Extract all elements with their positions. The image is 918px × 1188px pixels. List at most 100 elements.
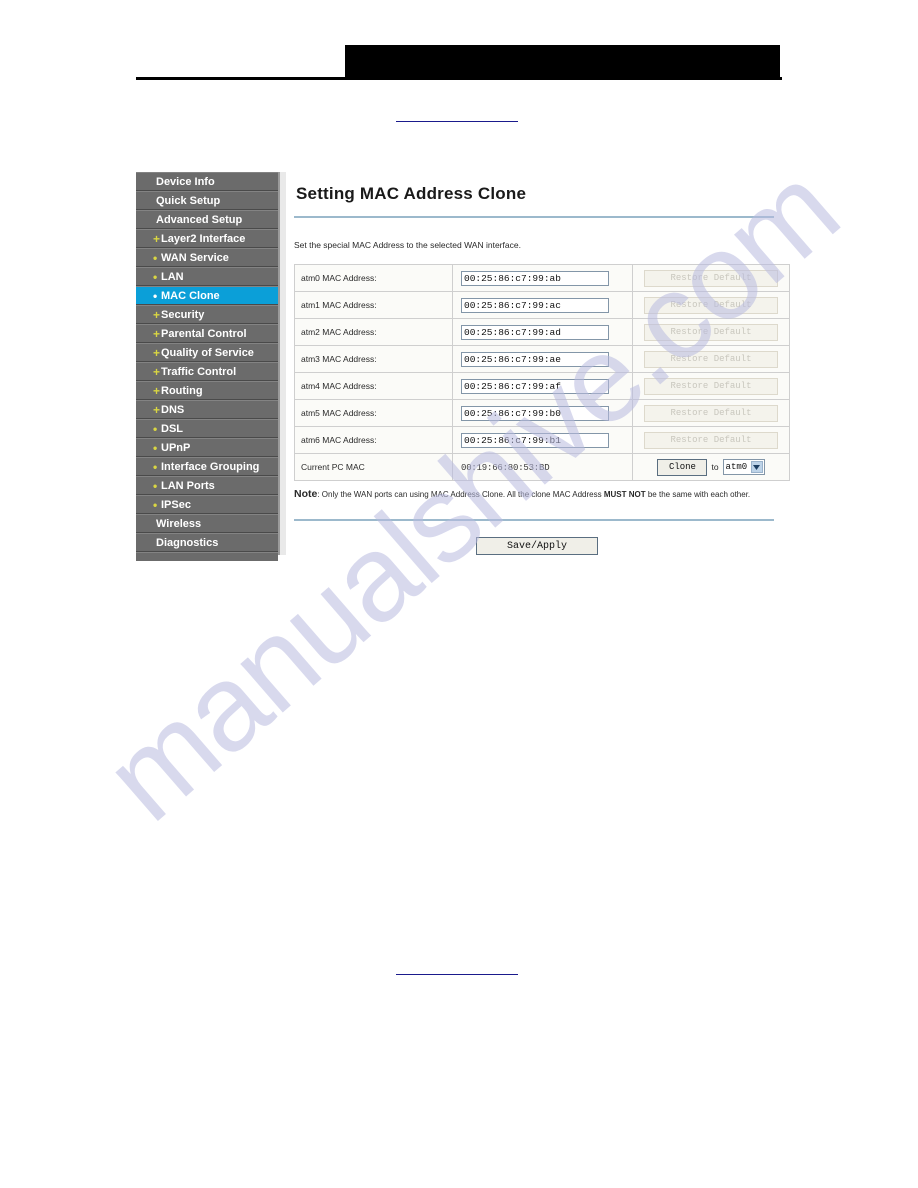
sidebar-item-label: Routing — [161, 385, 203, 397]
restore-default-button-atm3[interactable]: Restore Default — [644, 350, 778, 368]
mac-address-input-atm3[interactable] — [461, 351, 609, 367]
sidebar-item-routing[interactable]: + Routing — [136, 381, 278, 400]
sidebar-item-label: DNS — [161, 404, 185, 416]
sidebar-item-label: LAN Ports — [161, 480, 215, 492]
sidebar-item-label: Device Info — [156, 176, 215, 188]
note-part1: : Only the WAN ports can using MAC Addre… — [317, 490, 604, 499]
note-emphasis: MUST NOT — [603, 490, 646, 499]
row-label: atm5 MAC Address: — [294, 399, 453, 427]
mac-address-input-atm0[interactable] — [461, 270, 609, 286]
row-value-cell — [452, 318, 633, 346]
current-pc-mac-value: 00:19:66:80:53:BD — [461, 462, 550, 473]
bullet-icon: • — [153, 251, 158, 265]
sidebar-item-quick-setup[interactable]: Quick Setup — [136, 191, 278, 210]
chevron-down-icon[interactable] — [750, 461, 763, 473]
apply-row: Save/Apply — [286, 535, 782, 556]
to-label: to — [711, 462, 719, 472]
bullet-icon: • — [153, 270, 158, 284]
row-action-cell: Restore Default — [632, 399, 790, 427]
table-row: atm6 MAC Address: Restore Default — [294, 426, 790, 454]
sidebar-item-label: Quick Setup — [156, 195, 221, 207]
mac-address-input-atm2[interactable] — [461, 324, 609, 340]
row-action-cell: Restore Default — [632, 345, 790, 373]
sidebar-item-label: UPnP — [161, 442, 191, 454]
sidebar-item-mac-clone[interactable]: • MAC Clone — [136, 286, 278, 305]
table-row: atm2 MAC Address: Restore Default — [294, 318, 790, 346]
sidebar-item-lan-ports[interactable]: • LAN Ports — [136, 476, 278, 495]
sidebar-item-layer2-interface[interactable]: + Layer2 Interface — [136, 229, 278, 248]
main-content-pane: Setting MAC Address Clone Set the specia… — [280, 172, 790, 556]
intro-text: Set the special MAC Address to the selec… — [294, 239, 521, 250]
sidebar-item-advanced-setup[interactable]: Advanced Setup — [136, 210, 278, 229]
mac-address-input-atm5[interactable] — [461, 405, 609, 421]
restore-default-button-atm5[interactable]: Restore Default — [644, 404, 778, 422]
interface-select[interactable]: atm0 — [722, 459, 765, 475]
sidebar-item-ipsec[interactable]: • IPSec — [136, 495, 278, 514]
sidebar-item-quality-of-service[interactable]: + Quality of Service — [136, 343, 278, 362]
row-action-cell: Restore Default — [632, 372, 790, 400]
row-action-cell: Restore Default — [632, 291, 790, 319]
sidebar-item-wan-service[interactable]: • WAN Service — [136, 248, 278, 267]
sidebar-item-dns[interactable]: + DNS — [136, 400, 278, 419]
row-label: atm4 MAC Address: — [294, 372, 453, 400]
row-label: atm3 MAC Address: — [294, 345, 453, 373]
sidebar-item-label: Traffic Control — [161, 366, 237, 378]
row-value-cell — [452, 372, 633, 400]
sidebar-item-parental-control[interactable]: + Parental Control — [136, 324, 278, 343]
header-rule — [136, 77, 782, 80]
clone-button[interactable]: Clone — [657, 458, 708, 476]
sidebar-item-device-info[interactable]: Device Info — [136, 172, 278, 191]
page-title: Setting MAC Address Clone — [296, 184, 527, 203]
bullet-icon: • — [153, 479, 158, 493]
row-value-cell — [452, 264, 633, 292]
restore-default-button-atm6[interactable]: Restore Default — [644, 431, 778, 449]
sidebar-item-interface-grouping[interactable]: • Interface Grouping — [136, 457, 278, 476]
title-divider — [294, 216, 774, 218]
bullet-icon: • — [153, 460, 158, 474]
expand-plus-icon: + — [153, 232, 161, 246]
sidebar-item-lan[interactable]: • LAN — [136, 267, 278, 286]
sidebar-item-label: DSL — [161, 423, 183, 435]
current-pc-mac-value-cell: 00:19:66:80:53:BD — [452, 453, 633, 481]
sidebar-item-label: Wireless — [156, 518, 202, 530]
table-row: atm5 MAC Address: Restore Default — [294, 399, 790, 427]
sidebar-item-dsl[interactable]: • DSL — [136, 419, 278, 438]
restore-default-button-atm1[interactable]: Restore Default — [644, 296, 778, 314]
sidebar-item-label: Quality of Service — [161, 347, 254, 359]
bottom-divider — [294, 518, 774, 521]
sidebar-item-label: MAC Clone — [161, 290, 220, 302]
row-label: atm6 MAC Address: — [294, 426, 453, 454]
expand-plus-icon: + — [153, 403, 161, 417]
sidebar-item-traffic-control[interactable]: + Traffic Control — [136, 362, 278, 381]
restore-default-button-atm4[interactable]: Restore Default — [644, 377, 778, 395]
row-label: atm0 MAC Address: — [294, 264, 453, 292]
note-part2: be the same with each other. — [645, 490, 751, 499]
save-apply-button[interactable]: Save/Apply — [476, 537, 598, 556]
sidebar-item-label: WAN Service — [161, 252, 229, 264]
top-page-link-underline[interactable] — [396, 121, 518, 122]
sidebar-item-wireless[interactable]: Wireless — [136, 514, 278, 533]
document-header — [0, 0, 918, 90]
sidebar-item-label: Interface Grouping — [161, 461, 260, 473]
bottom-page-link-underline[interactable] — [396, 974, 518, 975]
navigation-sidebar: Device Info Quick Setup Advanced Setup +… — [136, 172, 280, 561]
current-pc-mac-label: Current PC MAC — [294, 453, 453, 481]
mac-address-input-atm6[interactable] — [461, 432, 609, 448]
row-value-cell — [452, 399, 633, 427]
sidebar-item-upnp[interactable]: • UPnP — [136, 438, 278, 457]
restore-default-button-atm2[interactable]: Restore Default — [644, 323, 778, 341]
sidebar-item-label: Security — [161, 309, 205, 321]
table-row-current-pc: Current PC MAC 00:19:66:80:53:BD Clone t… — [294, 453, 790, 481]
mac-address-input-atm4[interactable] — [461, 378, 609, 394]
sidebar-item-security[interactable]: + Security — [136, 305, 278, 324]
expand-plus-icon: + — [153, 384, 161, 398]
mac-address-input-atm1[interactable] — [461, 297, 609, 313]
sidebar-item-diagnostics[interactable]: Diagnostics — [136, 533, 278, 552]
redacted-header-bar — [345, 45, 780, 77]
row-action-cell: Restore Default — [632, 318, 790, 346]
table-row: atm1 MAC Address: Restore Default — [294, 291, 790, 319]
bullet-icon: • — [153, 441, 158, 455]
sidebar-filler — [136, 552, 278, 561]
router-admin-screenshot: Device Info Quick Setup Advanced Setup +… — [136, 172, 790, 561]
restore-default-button-atm0[interactable]: Restore Default — [644, 269, 778, 287]
